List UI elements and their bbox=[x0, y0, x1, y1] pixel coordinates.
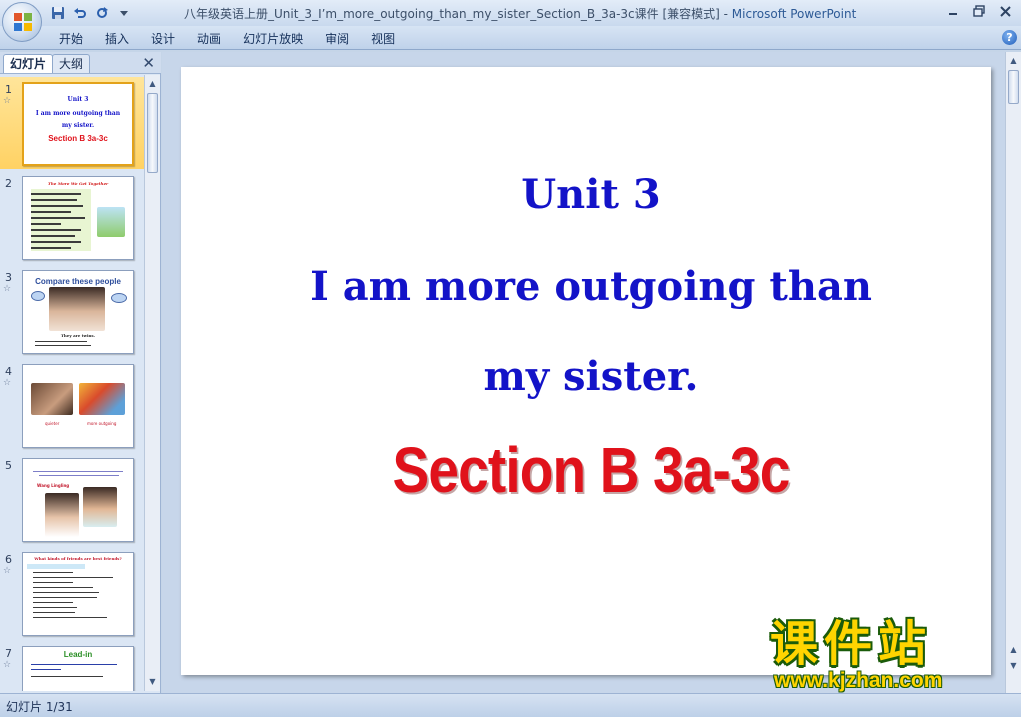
thumb-title: Unit 3 bbox=[67, 96, 89, 103]
ribbon-tabs: 开始 插入 设计 动画 幻灯片放映 审阅 视图 ? bbox=[0, 26, 1021, 50]
tab-slideshow[interactable]: 幻灯片放映 bbox=[232, 30, 314, 48]
thumb-title: Compare these people bbox=[35, 277, 121, 286]
status-bar: 幻灯片 1/31 bbox=[0, 693, 1021, 717]
tab-view[interactable]: 视图 bbox=[360, 30, 406, 48]
animation-star-icon: ☆ bbox=[3, 566, 12, 576]
thumb-title: Lead-in bbox=[63, 650, 93, 659]
slide-section-wordart[interactable]: Section B 3a-3c bbox=[238, 433, 943, 507]
slide-unit-title[interactable]: Unit 3 bbox=[181, 171, 1001, 218]
thumb-line3: Section B 3a-3c bbox=[48, 134, 108, 143]
speech-bubble-icon bbox=[31, 291, 45, 301]
tab-design[interactable]: 设计 bbox=[140, 30, 186, 48]
tab-outline[interactable]: 大纲 bbox=[52, 54, 91, 73]
slide-thumbnail-1[interactable]: 1 ☆ Unit 3 I am more outgoing than my si… bbox=[0, 77, 144, 169]
animation-star-icon: ☆ bbox=[3, 284, 12, 294]
title-bar: 八年级英语上册_Unit_3_I’m_more_outgoing_than_my… bbox=[0, 0, 1021, 26]
scroll-up-icon[interactable]: ▲ bbox=[145, 77, 160, 91]
outgoing-boy-photo bbox=[79, 383, 125, 415]
tab-home[interactable]: 开始 bbox=[48, 30, 94, 48]
slide-counter: 幻灯片 1/31 bbox=[6, 700, 73, 714]
redo-icon[interactable] bbox=[92, 3, 112, 23]
thumb-line2: my sister. bbox=[61, 122, 95, 129]
slide-thumbnail-2[interactable]: 2 The More We Get Together bbox=[0, 171, 144, 263]
slide-thumbnail-7[interactable]: 7 ☆ Lead-in bbox=[0, 641, 144, 691]
restore-icon[interactable] bbox=[967, 2, 991, 20]
lingling-photo bbox=[45, 493, 79, 537]
scrollbar-thumb[interactable] bbox=[1008, 70, 1019, 104]
thumb-left-label: quieter bbox=[45, 421, 60, 426]
thumbnail-number: 6 bbox=[5, 553, 12, 566]
thumb-title: Wang Lingling bbox=[37, 483, 70, 488]
slide-thumbnail-6[interactable]: 6 ☆ What kinds of friends are best frien… bbox=[0, 547, 144, 639]
thumbnail-preview: The More We Get Together bbox=[22, 176, 134, 260]
thumbnail-preview: quieter more outgoing bbox=[22, 364, 134, 448]
watermark-cn: 课件站 bbox=[770, 616, 933, 672]
thumbnail-preview: Lead-in bbox=[22, 646, 134, 691]
thumbnail-preview: Unit 3 I am more outgoing than my sister… bbox=[22, 82, 134, 166]
save-icon[interactable] bbox=[48, 3, 68, 23]
thumbnail-number: 5 bbox=[5, 459, 12, 472]
thumbnail-scrollbar[interactable]: ▲ ▼ bbox=[144, 75, 160, 691]
scroll-down-icon[interactable]: ▼ bbox=[145, 675, 160, 689]
slide-thumbnail-5[interactable]: 5 Wang Lingling bbox=[0, 453, 144, 545]
thumbnail-number: 7 bbox=[5, 647, 12, 660]
quick-access-toolbar bbox=[48, 3, 134, 23]
speech-bubble-icon bbox=[111, 293, 127, 303]
slide-editor: Unit 3 I am more outgoing than my sister… bbox=[162, 52, 1005, 693]
animation-star-icon: ☆ bbox=[3, 660, 12, 670]
scroll-up-icon[interactable]: ▲ bbox=[1006, 54, 1021, 68]
minimize-icon[interactable] bbox=[941, 2, 965, 20]
slide-title-line2[interactable]: my sister. bbox=[181, 353, 1001, 400]
thumbnail-number: 3 bbox=[5, 271, 12, 284]
slide-thumbnail-3[interactable]: 3 ☆ Compare these people They are twins. bbox=[0, 265, 144, 357]
slides-pane: 幻灯片 大纲 ✕ 1 ☆ Unit 3 I am more outgoing t… bbox=[0, 52, 161, 693]
animation-star-icon: ☆ bbox=[3, 378, 12, 388]
thumb-caption: They are twins. bbox=[60, 333, 96, 338]
scrollbar-thumb[interactable] bbox=[147, 93, 158, 173]
tab-slides[interactable]: 幻灯片 bbox=[3, 54, 54, 73]
office-button[interactable] bbox=[2, 2, 42, 42]
thumbnail-preview: Compare these people They are twins. bbox=[22, 270, 134, 354]
kids-image bbox=[97, 207, 125, 237]
thumbnail-preview: What kinds of friends are best friends? bbox=[22, 552, 134, 636]
slide-thumbnail-4[interactable]: 4 ☆ quieter more outgoing bbox=[0, 359, 144, 451]
thumb-right-label: more outgoing bbox=[87, 421, 117, 426]
current-slide[interactable]: Unit 3 I am more outgoing than my sister… bbox=[181, 67, 991, 675]
pane-tabs: 幻灯片 大纲 ✕ bbox=[0, 52, 161, 74]
tab-animations[interactable]: 动画 bbox=[186, 30, 232, 48]
quiet-woman-photo bbox=[31, 383, 73, 415]
thumb-line1: I am more outgoing than bbox=[35, 110, 121, 117]
pane-close-icon[interactable]: ✕ bbox=[142, 54, 155, 72]
tab-insert[interactable]: 插入 bbox=[94, 30, 140, 48]
previous-slide-icon[interactable]: ▲ bbox=[1006, 643, 1021, 657]
twins-photo bbox=[49, 287, 105, 331]
liu-photo bbox=[83, 487, 117, 527]
watermark-url: www.kjzhan.com bbox=[774, 669, 943, 692]
tab-review[interactable]: 审阅 bbox=[314, 30, 360, 48]
close-icon[interactable] bbox=[993, 2, 1017, 20]
thumb-title: What kinds of friends are best friends? bbox=[34, 556, 122, 561]
thumb-highlight bbox=[27, 564, 85, 569]
office-logo-icon bbox=[14, 13, 32, 31]
thumbnail-preview: Wang Lingling bbox=[22, 458, 134, 542]
animation-star-icon: ☆ bbox=[3, 96, 12, 106]
customize-icon[interactable] bbox=[114, 3, 134, 23]
help-icon[interactable]: ? bbox=[1002, 30, 1017, 45]
thumbnail-number: 2 bbox=[5, 177, 12, 190]
undo-icon[interactable] bbox=[70, 3, 90, 23]
thumbnail-number: 1 bbox=[5, 83, 12, 96]
window-title: 八年级英语上册_Unit_3_I’m_more_outgoing_than_my… bbox=[184, 7, 857, 21]
watermark-logo: 课件站 www.kjzhan.com bbox=[770, 617, 1005, 693]
thumb-title: The More We Get Together bbox=[47, 181, 109, 186]
window-controls bbox=[941, 2, 1017, 20]
thumbnail-list: 1 ☆ Unit 3 I am more outgoing than my si… bbox=[0, 75, 144, 691]
slide-title-line1[interactable]: I am more outgoing than bbox=[181, 263, 1001, 310]
slide-scrollbar[interactable]: ▲ ▲ ▼ bbox=[1005, 52, 1021, 693]
thumbnail-number: 4 bbox=[5, 365, 12, 378]
